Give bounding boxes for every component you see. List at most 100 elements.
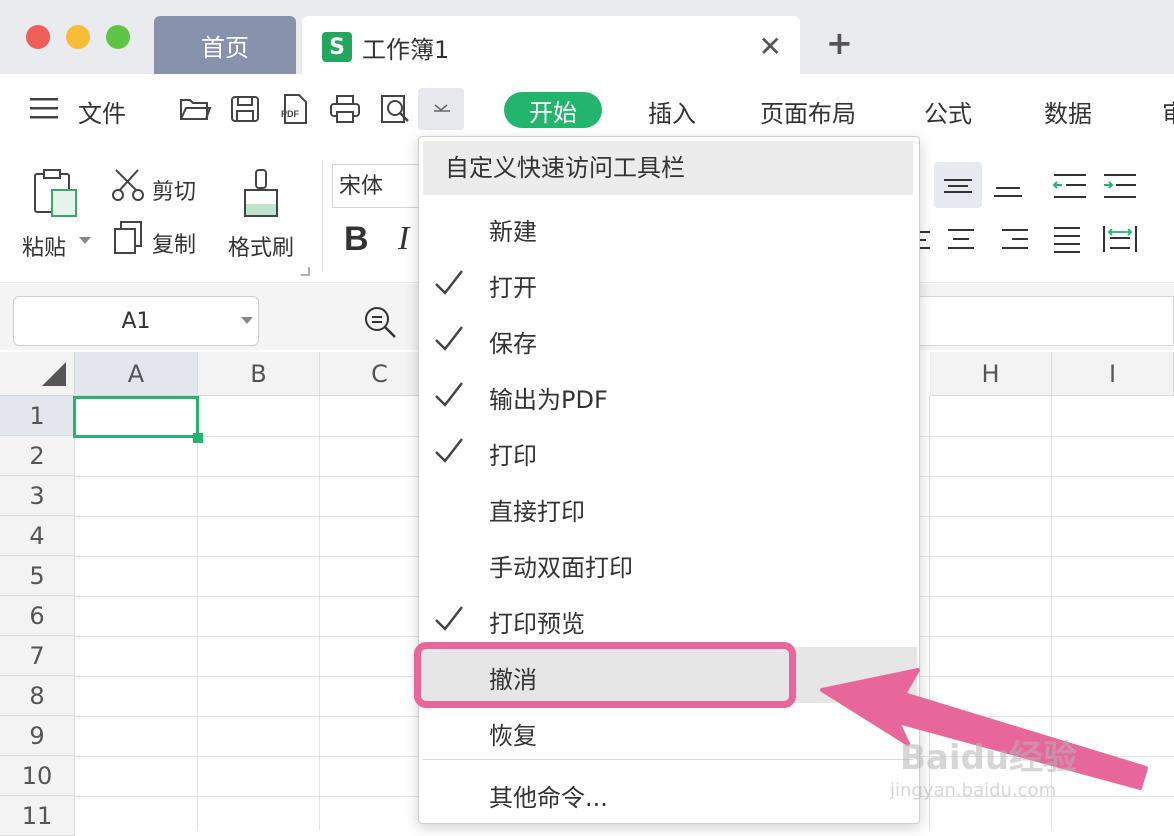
distributed-align-icon[interactable]	[1100, 222, 1140, 256]
menu-item-label: 打印预览	[489, 610, 585, 638]
tab-home[interactable]: 首页	[154, 16, 296, 74]
scissors-icon[interactable]	[112, 168, 144, 202]
increase-indent-icon[interactable]	[1100, 170, 1140, 204]
checkmark-icon	[435, 270, 463, 295]
align-left-icon[interactable]	[918, 224, 932, 254]
align-middle-button[interactable]	[934, 162, 982, 208]
format-painter-icon[interactable]	[240, 168, 282, 220]
chevron-down-icon	[434, 104, 450, 112]
name-box[interactable]: A1	[13, 296, 259, 346]
row-header[interactable]: 7	[0, 636, 75, 676]
align-middle-icon	[944, 179, 972, 193]
column-header[interactable]: I	[1052, 352, 1174, 396]
print-icon[interactable]	[328, 92, 362, 126]
checkmark-icon	[435, 326, 463, 351]
decrease-indent-icon[interactable]	[1050, 170, 1090, 204]
close-window-button[interactable]	[26, 25, 50, 49]
column-header[interactable]: A	[75, 352, 198, 396]
menu-item-label: 恢复	[489, 722, 537, 750]
row-header[interactable]: 6	[0, 596, 75, 636]
row-header[interactable]: 10	[0, 756, 75, 796]
menu-item-label: 直接打印	[489, 498, 585, 526]
open-folder-icon[interactable]	[178, 92, 212, 126]
baidu-watermark: Baidu经验 jingyan.baidu.com	[890, 700, 1170, 820]
align-bottom-icon[interactable]	[990, 172, 1026, 202]
row-header[interactable]: 5	[0, 556, 75, 596]
menu-item-new[interactable]: 新建	[419, 199, 917, 255]
file-menu[interactable]: 文件	[78, 94, 126, 129]
spreadsheet-logo-icon: S	[322, 32, 352, 62]
tab-workbook[interactable]: S 工作簿1 ✕	[302, 16, 800, 74]
menu-page-layout[interactable]: 页面布局	[760, 94, 856, 129]
menu-item-print-preview[interactable]: 打印预览	[419, 591, 917, 647]
row-header[interactable]: 4	[0, 516, 75, 556]
ribbon-divider	[322, 160, 323, 272]
menu-item-save[interactable]: 保存	[419, 311, 917, 367]
menu-item-open[interactable]: 打开	[419, 255, 917, 311]
row-header[interactable]: 2	[0, 436, 75, 476]
paste-label[interactable]: 粘贴	[22, 230, 66, 262]
active-cell[interactable]	[73, 396, 199, 438]
justify-icon[interactable]	[1050, 224, 1084, 254]
pdf-icon-text: PDF	[281, 109, 300, 119]
row-header[interactable]: 11	[0, 796, 75, 836]
menu-item-direct-print[interactable]: 直接打印	[419, 479, 917, 535]
print-preview-icon[interactable]	[378, 92, 412, 126]
copy-icon[interactable]	[112, 220, 144, 256]
checkmark-icon	[435, 382, 463, 407]
fill-handle[interactable]	[193, 433, 203, 443]
format-painter-button[interactable]: 格式刷	[228, 230, 294, 262]
menu-item-manual-duplex-print[interactable]: 手动双面打印	[419, 535, 917, 591]
name-box-dropdown-icon[interactable]	[240, 316, 254, 326]
menu-formula[interactable]: 公式	[924, 94, 972, 129]
italic-button[interactable]: I	[398, 220, 409, 258]
minimize-window-button[interactable]	[66, 25, 90, 49]
menu-item-export-pdf[interactable]: 输出为PDF	[419, 367, 917, 423]
select-all-corner[interactable]	[0, 352, 75, 396]
copy-button[interactable]: 复制	[152, 227, 196, 259]
menu-item-print[interactable]: 打印	[419, 423, 917, 479]
checkmark-icon	[435, 438, 463, 463]
menu-item-label: 保存	[489, 330, 537, 358]
menu-header: 自定义快速访问工具栏	[423, 141, 913, 195]
menu-data[interactable]: 数据	[1044, 94, 1092, 129]
bold-button[interactable]: B	[344, 220, 369, 259]
grid-line	[197, 396, 198, 830]
zoom-icon[interactable]	[362, 304, 398, 340]
row-header[interactable]: 9	[0, 716, 75, 756]
grid-line	[319, 396, 320, 830]
menu-review[interactable]: 审	[1162, 94, 1174, 129]
row-header[interactable]: 3	[0, 476, 75, 516]
new-tab-button[interactable]: +	[826, 24, 853, 62]
clipboard-dialog-launcher-icon[interactable]	[300, 266, 310, 276]
customize-quick-access-button[interactable]	[418, 88, 464, 130]
annotation-highlight-box	[414, 642, 796, 708]
row-header[interactable]: 1	[0, 396, 75, 436]
menu-start[interactable]: 开始	[504, 92, 602, 128]
paste-dropdown-icon[interactable]	[78, 236, 92, 246]
paste-icon[interactable]	[32, 168, 80, 220]
align-right-icon[interactable]	[998, 224, 1032, 254]
menu-item-label: 打开	[489, 274, 537, 302]
select-all-triangle-icon	[42, 362, 66, 386]
hamburger-menu-icon[interactable]	[30, 98, 60, 120]
column-header[interactable]: B	[198, 352, 320, 396]
zoom-window-button[interactable]	[106, 25, 130, 49]
menu-item-label: 新建	[489, 218, 537, 246]
close-tab-icon[interactable]: ✕	[759, 30, 782, 63]
column-header[interactable]: H	[930, 352, 1052, 396]
menu-insert[interactable]: 插入	[648, 94, 696, 129]
row-header[interactable]: 8	[0, 676, 75, 716]
font-family-select[interactable]: 宋体	[332, 164, 422, 208]
export-pdf-icon[interactable]: PDF	[278, 92, 312, 126]
watermark-url: jingyan.baidu.com	[890, 780, 1057, 801]
watermark-title: Baidu经验	[900, 738, 1078, 778]
checkmark-icon	[435, 606, 463, 631]
tab-workbook-label: 工作簿1	[362, 36, 450, 64]
formula-input[interactable]	[918, 296, 1174, 346]
menu-item-label: 其他命令...	[489, 784, 608, 812]
cut-button[interactable]: 剪切	[152, 174, 196, 206]
align-center-icon[interactable]	[944, 224, 978, 254]
menu-item-label: 手动双面打印	[489, 554, 633, 582]
save-icon[interactable]	[228, 92, 262, 126]
